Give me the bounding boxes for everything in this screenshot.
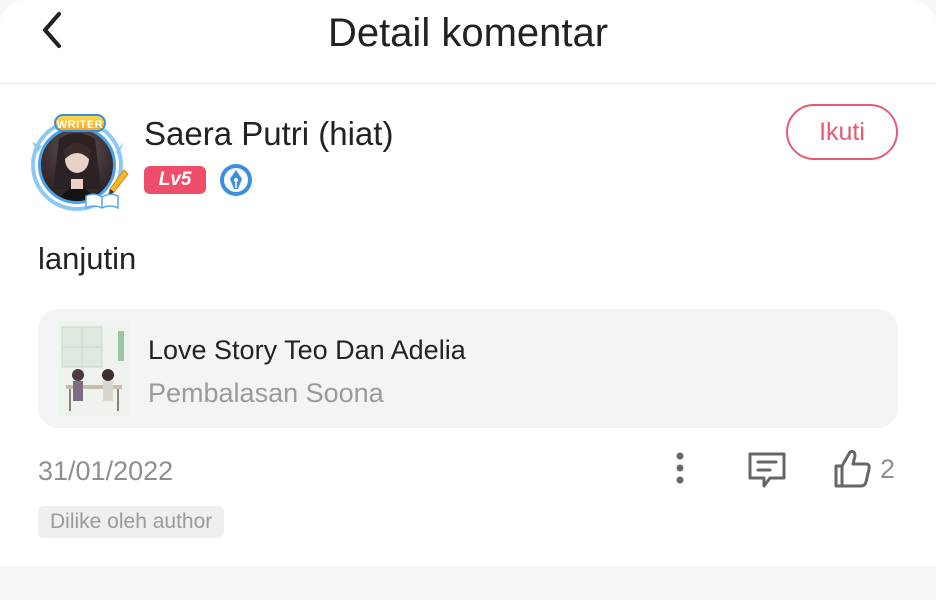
comment-date: 31/01/2022 bbox=[38, 456, 174, 486]
header-bar: Detail komentar bbox=[0, 0, 936, 84]
pen-nib-icon bbox=[220, 164, 252, 196]
like-count: 2 bbox=[880, 454, 896, 484]
like-button[interactable]: 2 bbox=[830, 446, 900, 492]
comment-text: lanjutin bbox=[38, 241, 137, 276]
book-chapter: Pembalasan Soona bbox=[148, 378, 384, 408]
reply-button[interactable] bbox=[744, 448, 790, 492]
comment-icon bbox=[748, 452, 786, 488]
level-badge: Lv5 bbox=[144, 166, 206, 194]
user-name[interactable]: Saera Putri (hiat) bbox=[144, 114, 393, 154]
book-card[interactable]: Love Story Teo Dan Adelia Pembalasan Soo… bbox=[38, 309, 898, 428]
book-cover-image bbox=[58, 321, 129, 416]
book-title: Love Story Teo Dan Adelia bbox=[148, 335, 466, 365]
comment-detail-screen: Detail komentar WRITER Saera Putri (hiat… bbox=[0, 0, 936, 566]
follow-button[interactable]: Ikuti bbox=[786, 104, 898, 160]
writer-frame-badge: WRITER bbox=[54, 114, 106, 132]
open-book-icon bbox=[85, 193, 119, 210]
user-avatar[interactable]: WRITER bbox=[28, 112, 132, 212]
more-options-button[interactable] bbox=[660, 448, 700, 492]
more-vertical-icon bbox=[676, 452, 684, 484]
page-title: Detail komentar bbox=[327, 11, 609, 55]
liked-by-author-tag: Dilike oleh author bbox=[38, 506, 225, 538]
thumbs-up-icon bbox=[834, 450, 871, 488]
